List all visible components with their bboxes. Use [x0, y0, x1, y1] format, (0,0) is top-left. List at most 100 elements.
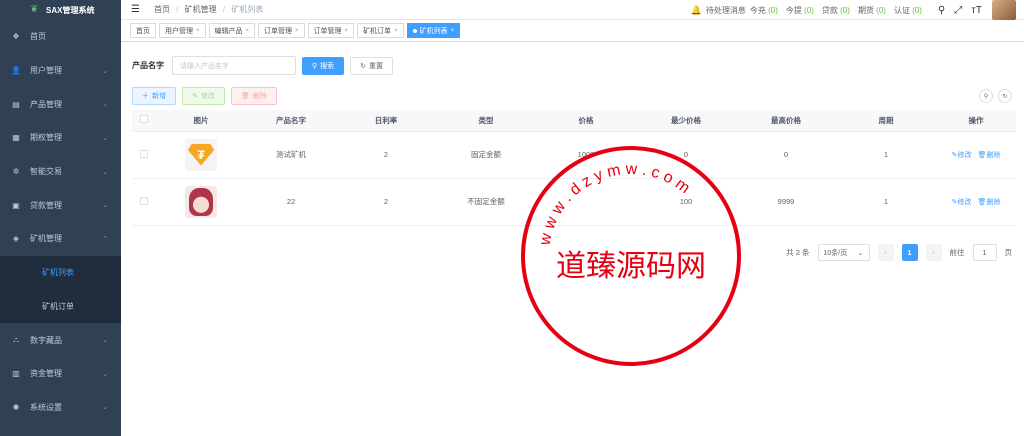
font-size-icon[interactable]: тT — [971, 5, 982, 16]
tag-4[interactable]: 订单管理 × — [307, 23, 355, 38]
product-image: ₮ — [185, 138, 217, 171]
sidebar-item-5[interactable]: ▣ 贷款管理 ⌄ — [0, 188, 121, 222]
cell-max: 0 — [736, 131, 836, 179]
sidebar: ❦ SAX管理系统 ❖ 首页 👤 用户管理 ⌄ ▤ 产品管理 ⌄ ▦ 期权管理 ⌄ ✲ 智能交易 ⌄ ▣ 贷款… — [0, 0, 121, 436]
cell-price — [536, 178, 636, 226]
cell-name: 22 — [246, 178, 336, 226]
breadcrumb: 首页 / 矿机管理 / 矿机列表 — [153, 5, 264, 14]
settings-icon: ✺ — [12, 402, 20, 412]
row-delete-link[interactable]: 🗑删除 — [977, 150, 1000, 160]
stat-value[interactable]: (0) — [912, 6, 922, 15]
close-icon[interactable]: × — [295, 28, 299, 34]
close-icon[interactable]: × — [451, 28, 455, 34]
avatar[interactable] — [992, 0, 1016, 20]
menu-label: 首页 — [30, 32, 46, 42]
edit-icon: ✎ — [192, 93, 198, 100]
tag-3[interactable]: 订单管理 × — [258, 23, 305, 38]
tag-1[interactable]: 用户管理 × — [159, 23, 206, 38]
app-title: SAX管理系统 — [46, 5, 95, 15]
goto-input[interactable]: 1 — [972, 244, 997, 261]
dashboard-icon: ❖ — [12, 32, 20, 42]
active-dot-icon — [412, 28, 417, 33]
tag-label: 订单管理 — [313, 27, 342, 35]
menu-label: 矿机列表 — [42, 268, 74, 278]
chevron-down-icon: ⌄ — [102, 337, 108, 345]
sidebar-item-2[interactable]: ▤ 产品管理 ⌄ — [0, 87, 121, 121]
cell-rate: 2 — [336, 178, 436, 226]
sidebar-item-0[interactable]: ❖ 首页 — [0, 20, 121, 54]
close-icon[interactable]: × — [196, 28, 200, 34]
navbar: ☰ 首页 / 矿机管理 / 矿机列表 🔔 待处理消息 今充 (0) 今提 (0) 贷… — [121, 0, 1024, 20]
sidebar-item-after-0[interactable]: ⛬ 数字藏品 ⌄ — [0, 323, 121, 357]
row-delete-link[interactable]: 🗑删除 — [977, 197, 1000, 207]
cell-type: 不固定金额 — [436, 178, 536, 226]
row-checkbox[interactable] — [140, 149, 148, 158]
column-header: 价格 — [536, 110, 636, 132]
sidebar-subitem-0[interactable]: 矿机列表 — [0, 256, 121, 290]
stat-value[interactable]: (0) — [768, 6, 778, 15]
stat-label: 贷款 — [821, 5, 841, 15]
stat-value[interactable]: (0) — [840, 6, 850, 15]
stat-value[interactable]: (0) — [876, 6, 886, 15]
sidebar-item-after-2[interactable]: ✺ 系统设置 ⌄ — [0, 391, 121, 425]
row-checkbox[interactable] — [140, 196, 148, 205]
stat-value[interactable]: (0) — [804, 6, 814, 15]
close-icon[interactable]: × — [246, 28, 250, 34]
sidebar-item-after-1[interactable]: ▥ 资金管理 ⌄ — [0, 357, 121, 391]
bell-icon[interactable]: 🔔 — [691, 5, 702, 16]
chart-icon: ▦ — [12, 133, 20, 143]
tag-2[interactable]: 编辑产品 × — [208, 23, 256, 38]
search-button[interactable]: ⚲ 搜索 — [302, 56, 345, 75]
cell-type: 固定金额 — [436, 131, 536, 179]
cell-price: 1000 — [536, 131, 636, 179]
tags-view: 首页 用户管理 × 编辑产品 × 订单管理 × 订单管理 × 矿机订单 × 矿机列表 × — [121, 20, 1024, 42]
search-form: 产品名字 请输入产品名字 ⚲ 搜索 ↻ 重置 — [132, 56, 394, 75]
pagination-total: 共 2 条 — [786, 248, 810, 257]
tag-5[interactable]: 矿机订单 × — [357, 23, 404, 38]
chevron-down-icon: ⌄ — [857, 249, 864, 257]
sidebar-item-4[interactable]: ✲ 智能交易 ⌄ — [0, 155, 121, 189]
breadcrumb-home[interactable]: 首页 — [154, 5, 170, 14]
stat-label: 今充 — [749, 5, 769, 15]
edit-button[interactable]: ✎ 修改 — [182, 87, 225, 105]
tag-0[interactable]: 首页 — [130, 23, 156, 38]
notice-label: 待处理消息 — [705, 5, 746, 15]
close-icon[interactable]: × — [394, 28, 398, 34]
cell-period: 1 — [836, 131, 936, 179]
close-icon[interactable]: × — [345, 28, 349, 34]
sidebar-item-3[interactable]: ▦ 期权管理 ⌄ — [0, 121, 121, 155]
reset-button[interactable]: ↻ 重置 — [350, 56, 394, 75]
row-edit-link[interactable]: ✎修改 — [952, 150, 972, 160]
sidebar-item-1[interactable]: 👤 用户管理 ⌄ — [0, 54, 121, 88]
table-row: ₮ 测试矿机 2 固定金额 1000 0 0 1 ✎修改 🗑删除 — [132, 131, 1016, 179]
user-icon: 👤 — [11, 66, 21, 76]
hamburger-icon[interactable]: ☰ — [131, 4, 140, 15]
fullscreen-icon[interactable]: ⤢ — [954, 5, 962, 16]
sidebar-subitem-1[interactable]: 矿机订单 — [0, 290, 121, 324]
add-button[interactable]: ＋新增 — [132, 87, 176, 105]
delete-button[interactable]: 🗑 删除 — [230, 87, 277, 105]
row-edit-link[interactable]: ✎修改 — [952, 197, 972, 207]
table-tools: ⚲ ↻ — [979, 89, 1012, 103]
select-all-checkbox[interactable] — [140, 115, 148, 124]
data-table: 图片 产品名字 日利率 类型 价格 最少价格 最高价格 周期 操作 ₮ 测试矿机 2 固定金额 1000… — [132, 110, 1016, 226]
product-name-input[interactable]: 请输入产品名字 — [172, 56, 296, 75]
table-row: 22 2 不固定金额 100 9999 1 ✎修改 🗑删除 — [132, 178, 1016, 226]
tag-6[interactable]: 矿机列表 × — [406, 23, 461, 38]
main-area: ☰ 首页 / 矿机管理 / 矿机列表 🔔 待处理消息 今充 (0) 今提 (0) 贷… — [121, 0, 1024, 436]
search-toggle-icon[interactable]: ⚲ — [979, 89, 993, 103]
search-icon[interactable]: ⚲ — [938, 5, 945, 16]
column-header — [132, 110, 156, 132]
sidebar-item-6[interactable]: ◈ 矿机管理 ⌃ — [0, 222, 121, 256]
cell-max: 9999 — [736, 178, 836, 226]
column-header: 日利率 — [336, 110, 436, 132]
next-page-button[interactable]: › — [925, 244, 942, 261]
document-icon: ▤ — [12, 99, 20, 109]
plus-icon: ＋ — [142, 93, 149, 100]
page-size-select[interactable]: 10条/页 ⌄ — [817, 244, 870, 261]
menu-label: 矿机订单 — [42, 301, 74, 311]
page-number[interactable]: 1 — [901, 244, 918, 261]
refresh-icon[interactable]: ↻ — [998, 89, 1012, 103]
right-nav: 🔔 待处理消息 今充 (0) 今提 (0) 贷款 (0) 期货 (0) 认证 (0) ⚲… — [691, 0, 1024, 20]
prev-page-button[interactable]: ‹ — [877, 244, 894, 261]
